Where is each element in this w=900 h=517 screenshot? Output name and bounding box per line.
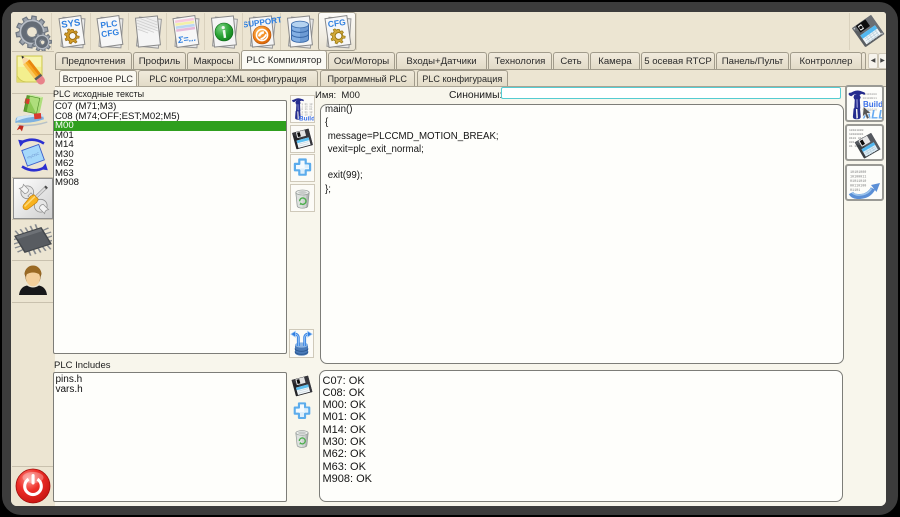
svg-text:01101: 01101: [850, 189, 860, 193]
svg-text:Build: Build: [863, 100, 882, 109]
svg-text:10100001: 10100001: [849, 133, 864, 136]
svg-text:10100011: 10100011: [850, 175, 866, 179]
svg-text:01011010: 01011010: [850, 180, 866, 184]
svg-text:10101000: 10101000: [849, 129, 864, 132]
svg-text:00110100: 00110100: [850, 184, 866, 188]
svg-text:Build: Build: [299, 116, 314, 123]
svg-text:10101000: 10101000: [850, 171, 866, 175]
